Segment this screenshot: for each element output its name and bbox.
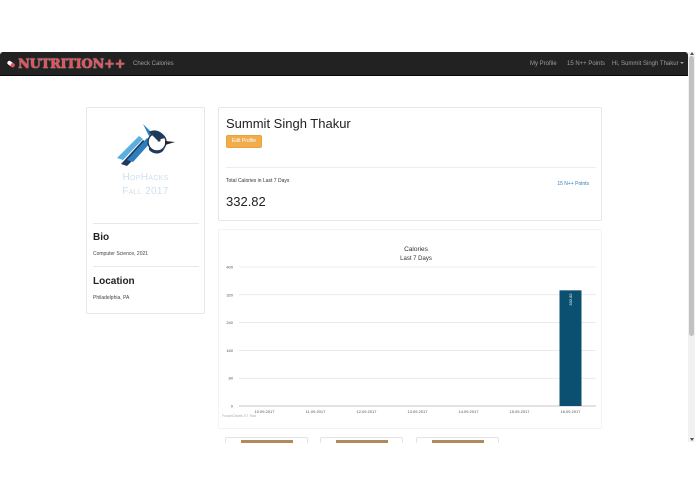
y-tick-label: 0 bbox=[231, 404, 234, 409]
navbar: NUTRITION++ Check Calories My Profile 15… bbox=[0, 52, 688, 76]
scroll-up-icon[interactable] bbox=[690, 52, 694, 55]
nav-user-dropdown[interactable]: Hi, Summit Singh Thakur bbox=[612, 52, 684, 76]
nav-my-profile[interactable]: My Profile bbox=[530, 52, 557, 76]
bio-text: Computer Science, 2021 bbox=[93, 251, 149, 257]
scroll-down-icon[interactable] bbox=[690, 438, 694, 441]
scroll-thumb[interactable] bbox=[689, 56, 694, 336]
total-calories-label: Total Calories in Last 7 Days bbox=[226, 178, 290, 184]
x-tick-label: 14.09.2017 bbox=[458, 409, 479, 414]
brand-name: NUTRITION++ bbox=[18, 56, 126, 72]
calories-chart-panel: Calories Last 7 Days 0 80 160 240 320 400 10.0… bbox=[218, 229, 602, 429]
user-name: Summit Singh Thakur bbox=[226, 116, 351, 131]
chart-title: Calories bbox=[404, 246, 429, 253]
location-heading: Location bbox=[93, 276, 135, 287]
chart-credit: FusionCharts XT Trial bbox=[222, 414, 256, 418]
x-tick-label: 13.09.2017 bbox=[407, 409, 428, 414]
x-tick-label: 12.09.2017 bbox=[356, 409, 377, 414]
food-image bbox=[241, 440, 293, 443]
y-tick-label: 320 bbox=[226, 292, 233, 297]
x-tick-label: 16.09.2017 bbox=[560, 409, 581, 414]
y-tick-label: 240 bbox=[226, 320, 233, 325]
x-tick-label: 10.09.2017 bbox=[254, 409, 275, 414]
divider bbox=[93, 266, 199, 267]
brand-logo[interactable]: NUTRITION++ bbox=[6, 55, 126, 73]
divider bbox=[226, 167, 596, 168]
page: NUTRITION++ Check Calories My Profile 15… bbox=[0, 0, 695, 494]
location-text: Philadelphia, PA bbox=[93, 295, 130, 301]
chevron-down-icon bbox=[679, 62, 684, 65]
y-tick-label: 80 bbox=[229, 376, 234, 381]
food-image bbox=[432, 440, 484, 443]
bluejay-logo-icon bbox=[117, 124, 175, 166]
profile-card: HopHacks Fall 2017 Bio Computer Science,… bbox=[86, 107, 205, 314]
points-link[interactable]: 15 N++ Points bbox=[557, 181, 589, 187]
logo-line1: HopHacks bbox=[122, 172, 169, 183]
chart-subtitle: Last 7 Days bbox=[400, 256, 432, 262]
x-tick-label: 11.09.2017 bbox=[306, 409, 326, 414]
food-card[interactable] bbox=[225, 437, 308, 443]
bar-value-label: 332.82 bbox=[568, 293, 573, 306]
food-image bbox=[336, 440, 388, 443]
edit-profile-button[interactable]: Edit Profile bbox=[226, 135, 262, 148]
page-scrollbar[interactable] bbox=[688, 52, 695, 442]
y-tick-label: 400 bbox=[226, 265, 233, 270]
pill-icon bbox=[7, 60, 15, 68]
total-calories-value: 332.82 bbox=[226, 194, 266, 209]
summary-card: Summit Singh Thakur Edit Profile Total C… bbox=[218, 107, 602, 221]
logo-line2: Fall 2017 bbox=[122, 186, 169, 197]
chart-bar bbox=[559, 290, 582, 406]
food-card[interactable] bbox=[320, 437, 403, 443]
food-card[interactable] bbox=[416, 437, 499, 443]
nav-check-calories[interactable]: Check Calories bbox=[133, 52, 174, 76]
calories-chart: Calories Last 7 Days 0 80 160 240 320 400 10.0… bbox=[222, 246, 596, 418]
nav-greeting: Hi, Summit Singh Thakur bbox=[612, 61, 679, 67]
divider bbox=[93, 223, 199, 224]
bio-heading: Bio bbox=[93, 232, 110, 243]
y-tick-label: 160 bbox=[226, 348, 233, 353]
nav-points[interactable]: 15 N++ Points bbox=[567, 52, 605, 76]
x-tick-label: 15.09.2017 bbox=[509, 409, 530, 414]
